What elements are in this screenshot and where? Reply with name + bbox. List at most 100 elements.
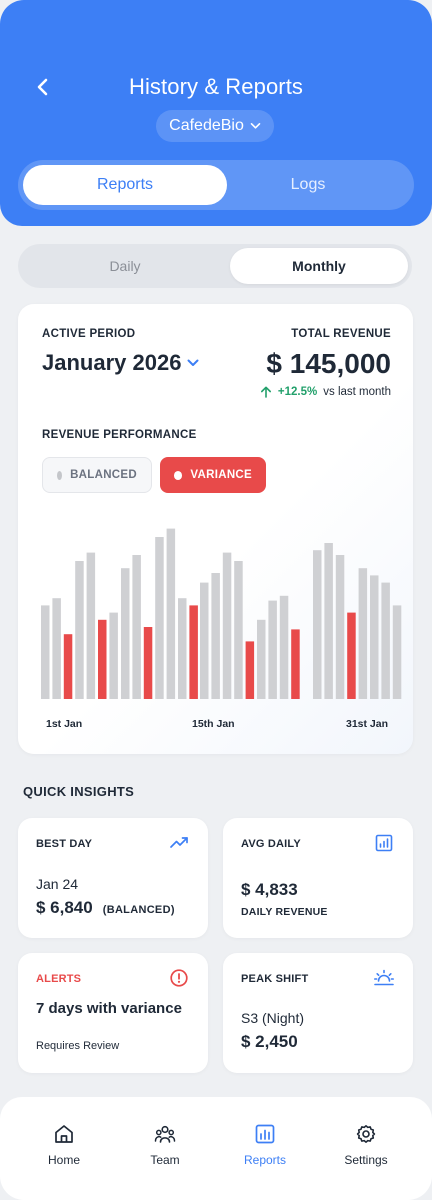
x-tick-label: 15th Jan	[192, 718, 235, 730]
home-icon	[55, 1125, 73, 1143]
alerts-label: ALERTS	[36, 973, 82, 985]
chart-bar-balanced[interactable]	[75, 561, 84, 699]
team-icon	[154, 1125, 176, 1143]
quick-insights-title: QUICK INSIGHTS	[23, 784, 135, 799]
chart-bar-balanced[interactable]	[279, 595, 289, 699]
nav-label-team: Team	[150, 1153, 180, 1167]
chevron-down-icon	[250, 123, 261, 129]
revenue-change: +12.5% vs last month	[260, 386, 391, 398]
legend-balanced[interactable]: BALANCED	[42, 457, 152, 493]
chart-bar-balanced[interactable]	[155, 537, 164, 699]
total-revenue-label: TOTAL REVENUE	[291, 328, 391, 340]
x-tick-label: 31st Jan	[346, 718, 389, 730]
chart-bar-balanced[interactable]	[121, 568, 130, 699]
best-day-label: BEST DAY	[36, 838, 93, 850]
chart-bar-balanced[interactable]	[86, 552, 96, 699]
revenue-bar-chart	[41, 528, 402, 699]
chart-bar-variance[interactable]	[98, 619, 107, 699]
chart-bar-balanced[interactable]	[324, 543, 333, 699]
period-value: January 2026	[42, 350, 182, 375]
best-day-date: Jan 24	[36, 876, 79, 892]
chart-bar-variance[interactable]	[189, 605, 198, 699]
chart-bar-balanced[interactable]	[313, 550, 322, 699]
nav-item-settings[interactable]: Settings	[316, 1123, 416, 1179]
alert-circle-icon	[170, 969, 188, 987]
app-screen: History & Reports CafedeBio Logs Reports…	[0, 0, 432, 1200]
best-day-value: $ 6,840	[36, 898, 93, 917]
nav-label-home: Home	[47, 1153, 80, 1167]
chart-bar-balanced[interactable]	[381, 582, 390, 699]
alerts-sub: Requires Review	[36, 1040, 120, 1052]
revenue-change-suffix: vs last month	[323, 386, 391, 398]
chart-bar-variance[interactable]	[245, 641, 255, 699]
avg-daily-label: AVG DAILY	[241, 838, 301, 850]
bottom-nav: Home Team Reports Settings	[0, 1097, 432, 1200]
tab-logs[interactable]: Logs	[206, 165, 410, 205]
chart-bar-variance[interactable]	[347, 612, 356, 699]
legend-dot-variance	[174, 470, 183, 480]
best-day-card[interactable]: BEST DAY Jan 24 $ 6,840 (BALANCED)	[18, 818, 208, 938]
chart-bar-balanced[interactable]	[109, 612, 118, 699]
best-day-tag: (BALANCED)	[102, 904, 175, 916]
alerts-main: 7 days with variance	[36, 1000, 182, 1017]
peak-shift-label: PEAK SHIFT	[241, 973, 309, 985]
period-toggle: Daily Monthly	[18, 244, 412, 288]
period-selector[interactable]: January 2026	[42, 350, 199, 376]
nav-label-reports: Reports	[243, 1153, 287, 1167]
legend-dot-balanced	[57, 470, 63, 480]
sunrise-icon	[374, 969, 394, 986]
chart-bar-balanced[interactable]	[41, 605, 50, 699]
page-title: History & Reports	[128, 74, 304, 99]
chart-bar-balanced[interactable]	[257, 619, 266, 699]
chart-bar-variance[interactable]	[143, 627, 153, 699]
alerts-card[interactable]: ALERTS 7 days with variance Requires Rev…	[18, 953, 208, 1073]
chart-bar-balanced[interactable]	[358, 568, 368, 699]
main-tabs: Logs Reports	[18, 160, 414, 210]
avg-daily-card[interactable]: AVG DAILY $ 4,833 DAILY REVENUE	[223, 818, 413, 938]
chart-bar-balanced[interactable]	[392, 605, 402, 699]
avg-daily-sub: DAILY REVENUE	[241, 906, 328, 918]
chevron-down-icon	[187, 359, 199, 366]
bar-chart-icon	[375, 834, 393, 852]
chart-bar-balanced[interactable]	[268, 600, 277, 699]
performance-label: REVENUE PERFORMANCE	[42, 429, 197, 441]
avg-daily-value: $ 4,833	[241, 880, 298, 899]
nav-label-settings: Settings	[344, 1153, 388, 1167]
revenue-change-pct: +12.5%	[277, 386, 318, 398]
chart-bar-balanced[interactable]	[178, 598, 187, 699]
best-day-value-row: $ 6,840 (BALANCED)	[36, 898, 175, 918]
reports-icon	[255, 1124, 275, 1144]
chart-bar-variance[interactable]	[63, 634, 73, 699]
header: History & Reports CafedeBio Logs Reports	[0, 0, 432, 226]
chart-bar-balanced[interactable]	[52, 598, 61, 699]
peak-shift-name: S3 (Night)	[241, 1010, 305, 1026]
chart-bar-balanced[interactable]	[166, 528, 176, 699]
site-selector-label: CafedeBio	[169, 117, 244, 134]
chart-bar-balanced[interactable]	[335, 555, 345, 699]
gear-icon	[356, 1125, 376, 1143]
site-selector[interactable]: CafedeBio	[156, 110, 274, 142]
legend-variance[interactable]: VARIANCE	[160, 457, 266, 493]
revenue-card: ACTIVE PERIOD TOTAL REVENUE January 2026…	[18, 304, 413, 754]
peak-shift-value: $ 2,450	[241, 1032, 298, 1051]
chart-bar-variance[interactable]	[291, 629, 300, 699]
x-tick-label: 1st Jan	[46, 718, 83, 730]
chart-bar-balanced[interactable]	[222, 552, 232, 699]
nav-item-reports[interactable]: Reports	[215, 1123, 315, 1179]
chart-bar-balanced[interactable]	[200, 582, 209, 699]
active-period-label: ACTIVE PERIOD	[42, 328, 136, 340]
chart-bar-balanced[interactable]	[370, 575, 379, 699]
toggle-daily[interactable]: Daily	[36, 248, 214, 284]
chart-bar-balanced[interactable]	[132, 555, 141, 699]
arrow-up-icon	[260, 386, 271, 398]
nav-item-team[interactable]: Team	[115, 1123, 215, 1179]
toggle-monthly[interactable]: Monthly	[230, 248, 408, 284]
legend-label-variance: VARIANCE	[190, 469, 252, 481]
legend-label-balanced: BALANCED	[70, 469, 137, 481]
total-revenue-value: $ 145,000	[266, 348, 391, 379]
tab-reports[interactable]: Reports	[23, 165, 227, 205]
chart-bar-balanced[interactable]	[211, 573, 220, 699]
nav-item-home[interactable]: Home	[14, 1123, 114, 1179]
peak-shift-card[interactable]: PEAK SHIFT S3 (Night) $ 2,450	[223, 953, 413, 1073]
chart-bar-balanced[interactable]	[234, 561, 243, 699]
